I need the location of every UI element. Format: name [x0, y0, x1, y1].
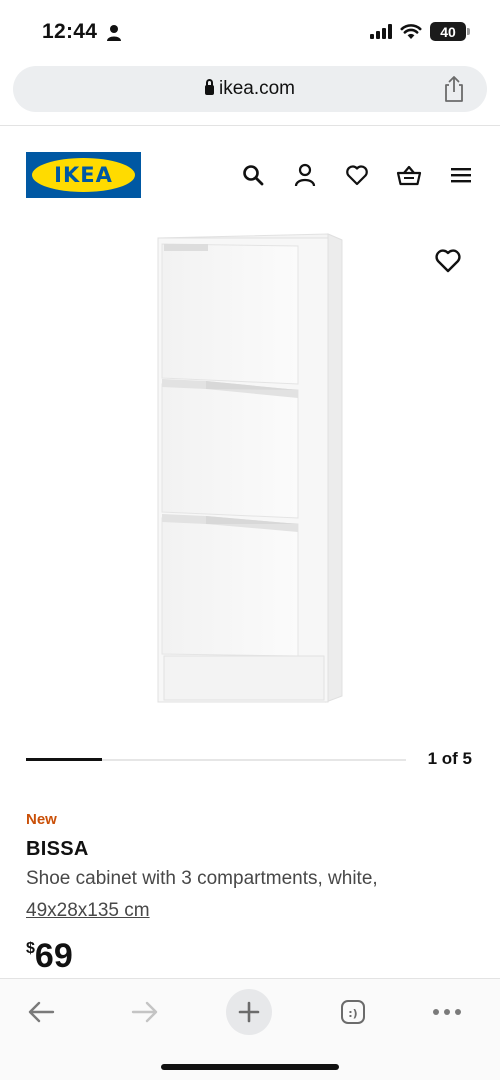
plus-icon	[238, 1001, 260, 1023]
address-bar[interactable]: ikea.com	[13, 66, 487, 112]
battery-icon: 40	[430, 22, 470, 41]
tabs-button[interactable]: :)	[330, 989, 376, 1035]
back-button[interactable]	[18, 989, 64, 1035]
status-time: 12:44	[42, 20, 98, 43]
ikea-logo[interactable]: IKEA	[26, 152, 141, 198]
home-indicator[interactable]	[161, 1064, 339, 1070]
forward-arrow-icon	[131, 1001, 158, 1023]
url-display[interactable]: ikea.com	[13, 78, 487, 100]
header-actions	[240, 161, 474, 189]
account-button[interactable]	[292, 161, 318, 189]
heart-icon	[346, 165, 368, 186]
price-currency: $	[26, 940, 35, 957]
search-icon	[243, 165, 264, 186]
logo-ellipse: IKEA	[32, 158, 135, 192]
forward-button[interactable]	[122, 989, 168, 1035]
header-divider	[0, 125, 500, 126]
image-counter: 1 of 5	[427, 749, 472, 768]
url-text: ikea.com	[218, 78, 296, 99]
image-carousel-progress	[26, 758, 406, 761]
carousel-progress-fill	[26, 758, 102, 761]
product-dimensions-link[interactable]: 49x28x135 cm	[26, 900, 150, 922]
basket-button[interactable]	[396, 161, 422, 189]
more-icon	[433, 1009, 461, 1015]
menu-icon	[451, 168, 471, 183]
back-arrow-icon	[28, 1001, 55, 1023]
product-name: BISSA	[26, 838, 89, 860]
favorites-button[interactable]	[344, 161, 370, 189]
basket-icon	[396, 165, 422, 186]
product-image[interactable]	[150, 226, 350, 716]
logo-text: IKEA	[54, 163, 113, 187]
search-button[interactable]	[240, 161, 266, 189]
add-to-wishlist-heart-icon[interactable]	[434, 248, 462, 274]
account-icon	[294, 163, 316, 187]
lock-icon	[204, 79, 214, 95]
menu-button[interactable]	[448, 161, 474, 189]
share-icon[interactable]	[441, 75, 467, 103]
new-badge: New	[26, 811, 57, 828]
new-tab-button[interactable]	[226, 989, 272, 1035]
person-icon	[107, 25, 121, 41]
price-value: 69	[34, 937, 73, 975]
status-bar: 12:44 40	[0, 0, 500, 64]
product-price: $ 69	[26, 936, 73, 976]
cellular-signal-icon	[370, 24, 392, 39]
status-indicators: 40	[370, 22, 470, 41]
tabs-icon: :)	[341, 1000, 365, 1024]
more-options-button[interactable]	[424, 989, 470, 1035]
product-description: Shoe cabinet with 3 compartments, white,	[26, 868, 378, 889]
svg-text::): :)	[348, 1007, 357, 1020]
wifi-icon	[400, 23, 422, 39]
